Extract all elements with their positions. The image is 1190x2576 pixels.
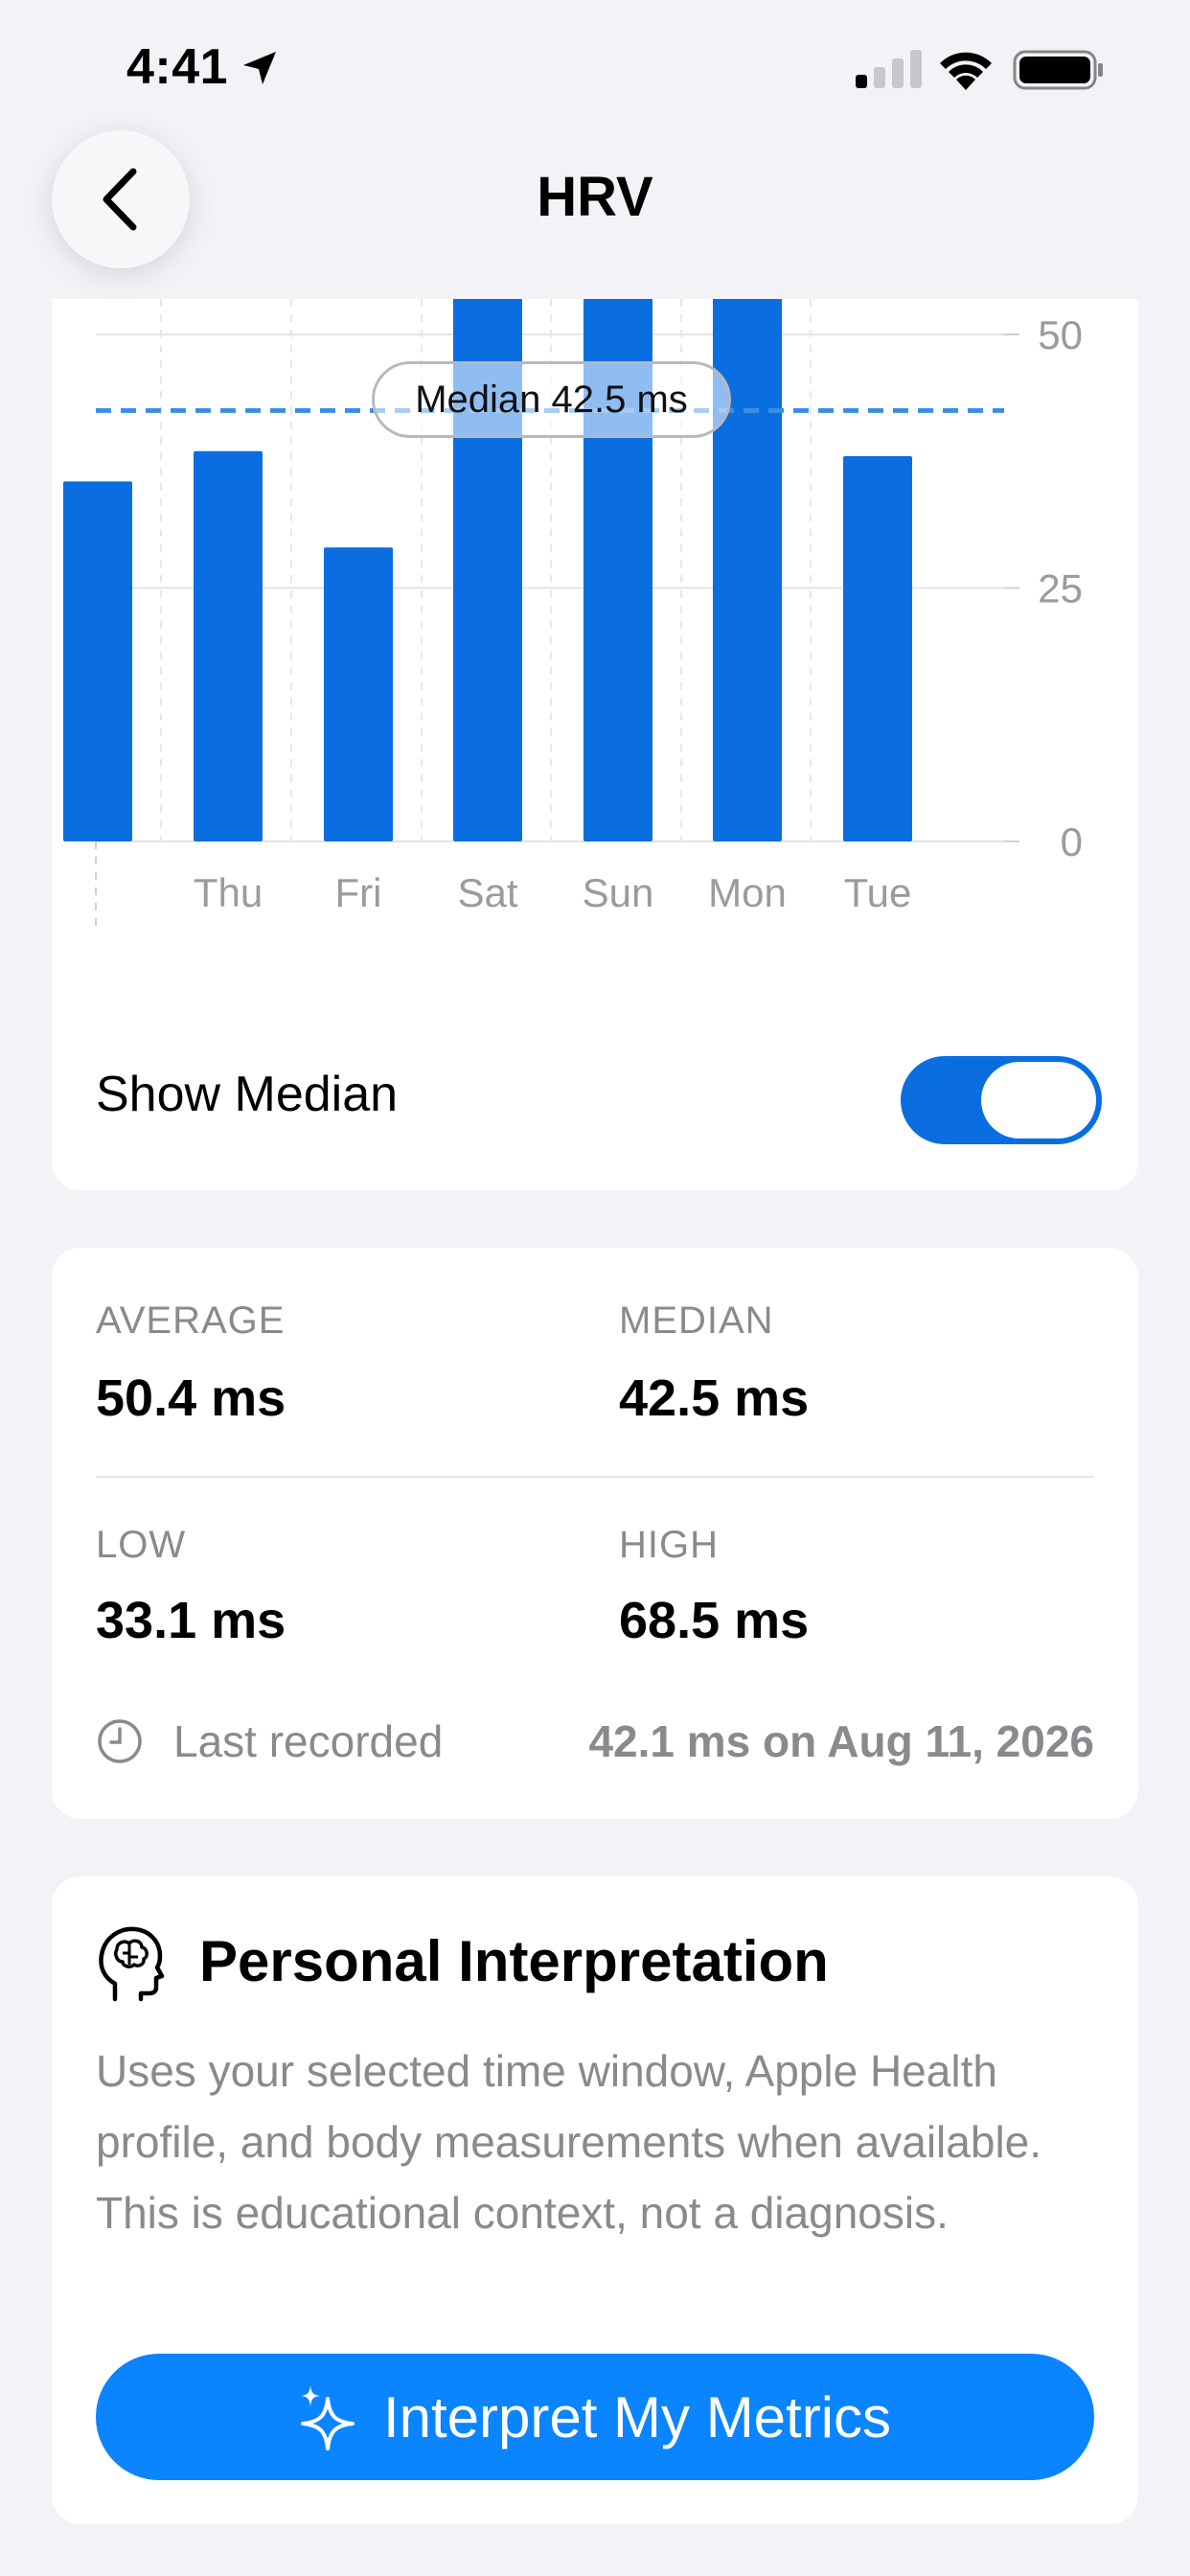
toggle-knob (981, 1062, 1096, 1138)
sparkles-icon (300, 2385, 355, 2450)
average-label: AVERAGE (96, 1300, 286, 1342)
y-tick-label-50: 50 (1038, 312, 1083, 357)
x-tick-label-Sat: Sat (457, 870, 517, 915)
average-value: 50.4 ms (96, 1369, 286, 1427)
last-recorded-label: Last recorded (173, 1716, 444, 1766)
location-arrow-icon (243, 52, 276, 84)
wifi-icon (940, 52, 992, 90)
x-tick-label-Thu: Thu (194, 870, 263, 915)
bar-day-0 (63, 481, 132, 841)
clock-icon (98, 1719, 142, 1763)
head-brain-icon (99, 1926, 165, 2002)
interpretation-card: Personal Interpretation Uses your select… (52, 1876, 1138, 2524)
median-stat-label: MEDIAN (619, 1300, 774, 1342)
status-time: 4:41 (126, 39, 229, 95)
x-tick-label-Sun: Sun (583, 870, 654, 915)
interpretation-description: Uses your selected time window, Apple He… (96, 2046, 1042, 2238)
show-median-toggle[interactable] (901, 1056, 1102, 1144)
median-stat-value: 42.5 ms (619, 1369, 810, 1427)
x-tick-label-Fri: Fri (335, 870, 382, 915)
show-median-label: Show Median (96, 1067, 399, 1122)
x-tick-label-Mon: Mon (708, 870, 787, 915)
interpret-button-label: Interpret My Metrics (382, 2384, 892, 2450)
low-label: LOW (96, 1524, 187, 1566)
x-tick-label-Tue: Tue (844, 870, 912, 915)
stats-card: AVERAGE 50.4 ms MEDIAN 42.5 ms LOW 33.1 … (52, 1248, 1138, 1819)
low-value: 33.1 ms (96, 1592, 286, 1649)
last-recorded-value: 42.1 ms on Aug 11, 2026 (588, 1716, 1094, 1766)
median-label-pill: Median 42.5 ms (372, 361, 731, 438)
bar-Tue (843, 455, 912, 841)
bar-Fri (324, 547, 393, 841)
interpretation-title: Personal Interpretation (199, 1929, 829, 1993)
interpret-my-metrics-button[interactable]: Interpret My Metrics (96, 2354, 1094, 2480)
stats-divider (96, 1476, 1094, 1478)
high-value: 68.5 ms (619, 1592, 810, 1649)
y-tick-label-0: 0 (1061, 819, 1083, 864)
high-label: HIGH (619, 1524, 719, 1566)
status-bar: 4:41 (0, 0, 1190, 144)
bar-Thu (194, 450, 263, 841)
page-title: HRV (537, 166, 653, 228)
cellular-signal-icon (856, 50, 922, 88)
y-tick-label-25: 25 (1038, 566, 1083, 611)
hrv-chart-card: 0 25 50 Thu Fri Sat Sun Mon Tue Median 42.5 ms S… (52, 299, 1138, 1190)
battery-icon (1013, 50, 1103, 90)
